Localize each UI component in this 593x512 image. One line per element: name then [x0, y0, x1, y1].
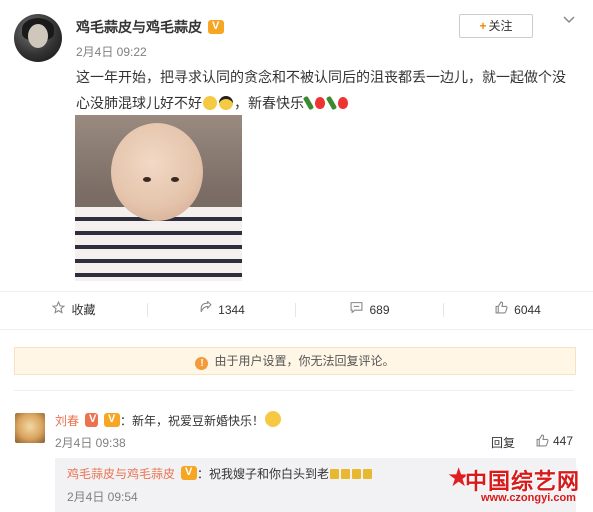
notice-text: 由于用户设置，你无法回复评论。	[214, 354, 395, 368]
commenter-name[interactable]: 刘春	[55, 414, 79, 428]
laugh-emoji-icon	[203, 96, 217, 110]
commenter-avatar[interactable]	[15, 413, 45, 443]
comment-button[interactable]: 689	[296, 291, 444, 329]
beer-icon	[341, 469, 351, 479]
favorite-button[interactable]: 收藏	[0, 291, 148, 329]
balloon-icon	[338, 97, 348, 109]
watermark-url: www.czongyi.com	[481, 492, 576, 504]
action-bar: 收藏 1344 689 6044	[0, 291, 593, 329]
thumbs-up-icon	[495, 291, 508, 329]
reply-author[interactable]: 鸡毛蒜皮与鸡毛蒜皮	[67, 467, 175, 481]
author-name-text[interactable]: 鸡毛蒜皮与鸡毛蒜皮	[76, 19, 202, 35]
follow-label: 关注	[488, 19, 513, 33]
comment-line: 刘春 ：新年，祝爱豆新婚快乐！	[55, 411, 282, 429]
champagne-icon	[325, 95, 338, 111]
post-text: 这一年开始，把寻求认同的贪念和不被认同后的沮丧都丢一边儿，就一起做个没心没肺混球…	[76, 64, 576, 116]
divider	[14, 390, 574, 391]
like-button[interactable]: 6044	[444, 291, 592, 329]
reply-time: 2月4日 09:54	[67, 490, 138, 504]
reply-text: ：祝我嫂子和你白头到老	[197, 467, 330, 481]
divider	[0, 329, 593, 330]
beer-icon	[330, 469, 340, 479]
beer-icon	[352, 469, 362, 479]
chevron-down-icon[interactable]	[563, 13, 575, 24]
post-time[interactable]: 2月4日 09:22	[76, 43, 147, 60]
author-avatar[interactable]	[14, 14, 62, 62]
reply-button[interactable]: 回复	[491, 434, 515, 451]
plus-icon: +	[479, 19, 487, 33]
kiss-emoji-icon	[265, 411, 282, 427]
warning-icon: !	[195, 357, 209, 370]
thumbs-up-icon	[536, 434, 549, 450]
post-text-tail: ，新春快乐	[234, 95, 304, 111]
comment-text: ：新年，祝爱豆新婚快乐！	[120, 414, 265, 428]
author-name[interactable]: 鸡毛蒜皮与鸡毛蒜皮	[76, 17, 224, 37]
comment-like-count: 447	[553, 434, 574, 448]
member-badge-icon	[208, 20, 224, 34]
beer-icon	[363, 469, 373, 479]
sunglasses-emoji-icon	[219, 96, 233, 110]
reply-line: 鸡毛蒜皮与鸡毛蒜皮 ：祝我嫂子和你白头到老	[67, 465, 373, 482]
favorite-label: 收藏	[71, 303, 96, 317]
star-icon	[52, 291, 66, 329]
repost-button[interactable]: 1344	[148, 291, 296, 329]
repost-count: 1344	[218, 303, 245, 317]
member-badge-icon	[104, 413, 121, 427]
comment-icon	[350, 291, 363, 329]
comment-count: 689	[369, 303, 390, 317]
verified-badge-icon	[85, 413, 99, 427]
site-watermark: ★ 中国综艺网 www.czongyi.com	[447, 462, 593, 512]
reply-disabled-notice: ! 由于用户设置，你无法回复评论。	[14, 347, 576, 375]
post-photo[interactable]	[75, 115, 242, 281]
comment-like-button[interactable]: 447	[536, 434, 573, 450]
like-count: 6044	[514, 303, 541, 317]
member-badge-icon	[181, 466, 198, 480]
repost-icon	[199, 291, 212, 329]
balloon-icon	[315, 97, 325, 109]
champagne-icon	[302, 95, 315, 111]
follow-button[interactable]: + 关注	[459, 14, 533, 38]
comment-time: 2月4日 09:38	[55, 436, 126, 450]
